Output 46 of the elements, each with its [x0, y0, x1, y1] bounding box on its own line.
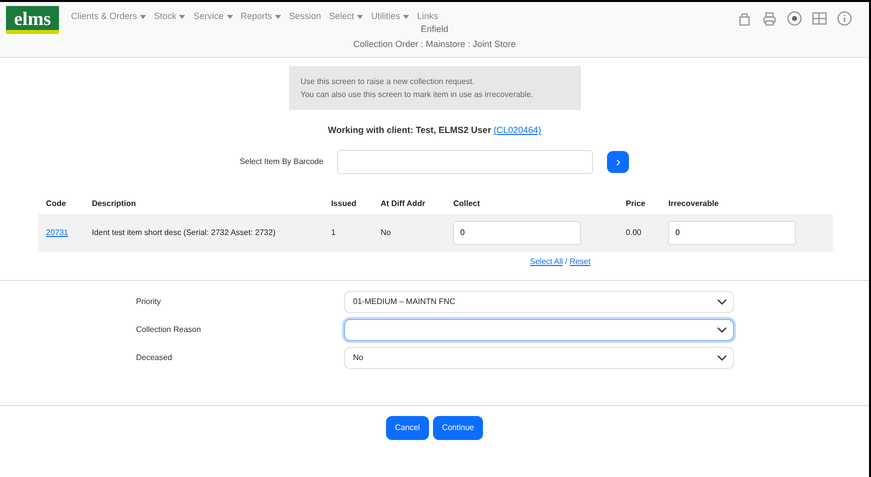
field-label: Deceased [135, 352, 174, 364]
link-separator: / [564, 256, 568, 266]
dropdown-field[interactable]: No [344, 346, 734, 368]
column-header: At Diff Addr [372, 194, 446, 214]
client-code-link[interactable]: (CL020464) [494, 125, 542, 135]
field-label: Collection Reason [135, 324, 202, 336]
column-header: Issued [323, 194, 373, 214]
menu-dropdown[interactable]: Reports [236, 10, 286, 24]
select-all-link[interactable]: Select All [530, 256, 563, 266]
column-header: Collect [445, 194, 618, 214]
table-cell: Ident test item short desc (Serial: 2732 Asset: 2732) [84, 214, 324, 252]
item-code-link[interactable]: 20731 [46, 228, 68, 236]
menu-dropdown[interactable]: Service [189, 10, 236, 24]
print-icon[interactable] [761, 10, 778, 27]
record-icon[interactable] [786, 10, 803, 27]
go-button[interactable]: › [607, 150, 630, 172]
logo[interactable]: elms [6, 6, 59, 34]
reset-link[interactable]: Reset [570, 256, 590, 266]
dropdown-field[interactable] [344, 318, 734, 340]
table-cell: 0.00 [618, 214, 660, 252]
page-title: Collection Order : Mainstore : Joint Store [352, 38, 517, 51]
menu-link[interactable]: Links [413, 10, 442, 24]
table-cell: 1 [323, 214, 373, 252]
info-box: Use this screen to raise a new collection request. You can also use this screen to mark item in use as irrecoverable. [288, 66, 580, 110]
cancel-button[interactable]: Cancel [386, 416, 429, 440]
menu-dropdown[interactable]: Clients & Orders [66, 10, 150, 24]
column-header: Price [618, 194, 660, 214]
barcode-label: Select Item By Barcode [240, 156, 324, 168]
irrecoverable-field[interactable]: 0 [668, 220, 796, 244]
column-header: Code [38, 194, 84, 214]
site-name: Enfield [420, 23, 450, 36]
continue-button[interactable]: Continue [432, 416, 483, 440]
column-header: Irrecoverable [660, 194, 833, 214]
menu-link[interactable]: Session [285, 10, 326, 24]
dropdown-field[interactable]: 01-MEDIUM – MAINTN FNC [344, 290, 734, 312]
barcode-field[interactable] [337, 150, 594, 174]
collect-field[interactable]: 0 [453, 220, 582, 244]
menu-dropdown[interactable]: Stock [150, 10, 190, 24]
menu-dropdown[interactable]: Utilities [367, 10, 414, 24]
table-cell: No [372, 214, 446, 252]
field-label: Priority [135, 296, 162, 308]
column-header: Description [84, 194, 324, 214]
client-text: Working with client: Test, ELMS2 User [328, 125, 492, 135]
menu-dropdown[interactable]: Select [325, 10, 368, 24]
info-icon[interactable] [836, 10, 853, 27]
layout-icon[interactable] [811, 10, 828, 27]
